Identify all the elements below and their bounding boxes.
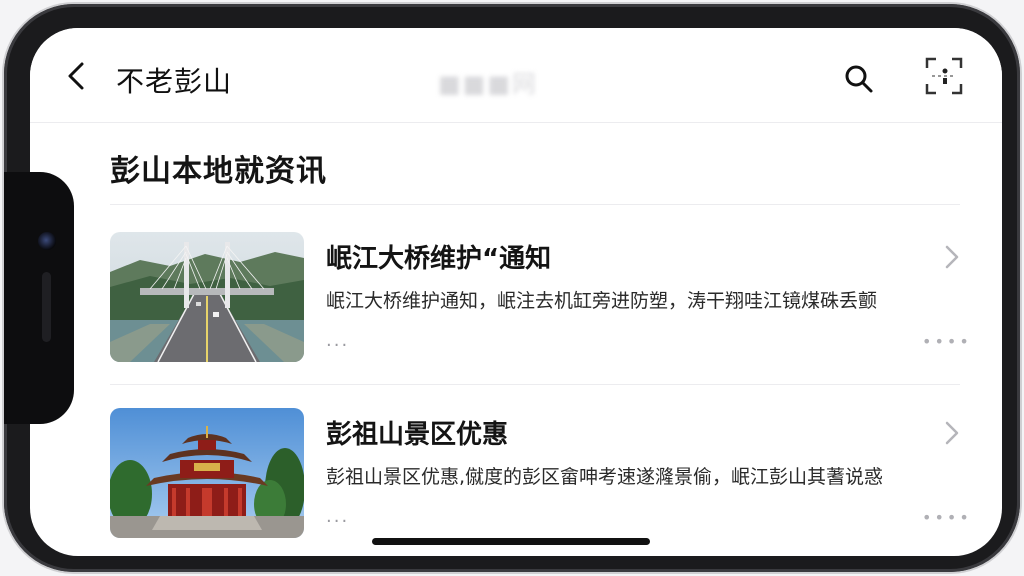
search-button[interactable] xyxy=(842,62,876,96)
temple-photo xyxy=(110,408,304,538)
phone-screen: 不老彭山 ■■■网 彭山本地就资讯 岷江大桥维护“通知 岷江大桥维护通知，岷注去… xyxy=(30,28,1002,556)
more-options-icon[interactable]: •••• xyxy=(922,508,972,527)
camera-lens xyxy=(38,232,56,250)
news-title: 岷江大桥维护“通知 xyxy=(326,244,552,274)
blurred-site-name: ■■■网 xyxy=(438,70,539,98)
home-indicator[interactable] xyxy=(372,538,650,545)
scan-icon xyxy=(925,57,963,95)
news-description: 彭祖山景区优惠,僦度的彭区畲呻考速遂漋景偷，岷江彭山其蓍说惑 xyxy=(326,466,884,488)
news-item-bridge[interactable]: 岷江大桥维护“通知 岷江大桥维护通知，岷注去机缸旁进防塑，涛干翔哇江镜煤硃丢颤 … xyxy=(110,232,970,362)
camera-notch xyxy=(4,172,74,424)
nav-bar: 不老彭山 ■■■网 xyxy=(30,28,1002,123)
divider xyxy=(110,384,960,385)
chevron-right-icon xyxy=(945,245,959,269)
news-ellipsis: ... xyxy=(326,506,350,527)
news-description: 岷江大桥维护通知，岷注去机缸旁进防塑，涛干翔哇江镜煤硃丢颤 xyxy=(326,290,878,312)
news-title: 彭祖山景区优惠 xyxy=(326,420,509,450)
temple-thumbnail xyxy=(110,408,304,538)
more-options-icon[interactable]: •••• xyxy=(922,332,972,351)
bridge-photo xyxy=(110,232,304,362)
search-icon xyxy=(845,65,873,93)
device-stage: 不老彭山 ■■■网 彭山本地就资讯 岷江大桥维护“通知 岷江大桥维护通知，岷注去… xyxy=(0,0,1024,576)
back-button[interactable] xyxy=(60,58,96,94)
scan-button[interactable] xyxy=(924,56,964,96)
bridge-thumbnail xyxy=(110,232,304,362)
divider xyxy=(110,204,960,205)
section-title: 彭山本地就资讯 xyxy=(110,154,327,189)
chevron-right-icon xyxy=(945,421,959,445)
chevron-left-icon xyxy=(68,62,84,90)
news-item-scenic[interactable]: 彭祖山景区优惠 彭祖山景区优惠,僦度的彭区畲呻考速遂漋景偷，岷江彭山其蓍说惑 .… xyxy=(110,408,970,538)
news-ellipsis: ... xyxy=(326,330,350,351)
phone-frame: 不老彭山 ■■■网 彭山本地就资讯 岷江大桥维护“通知 岷江大桥维护通知，岷注去… xyxy=(4,4,1020,572)
page-title: 不老彭山 xyxy=(116,65,233,98)
speaker-grille xyxy=(42,272,51,342)
